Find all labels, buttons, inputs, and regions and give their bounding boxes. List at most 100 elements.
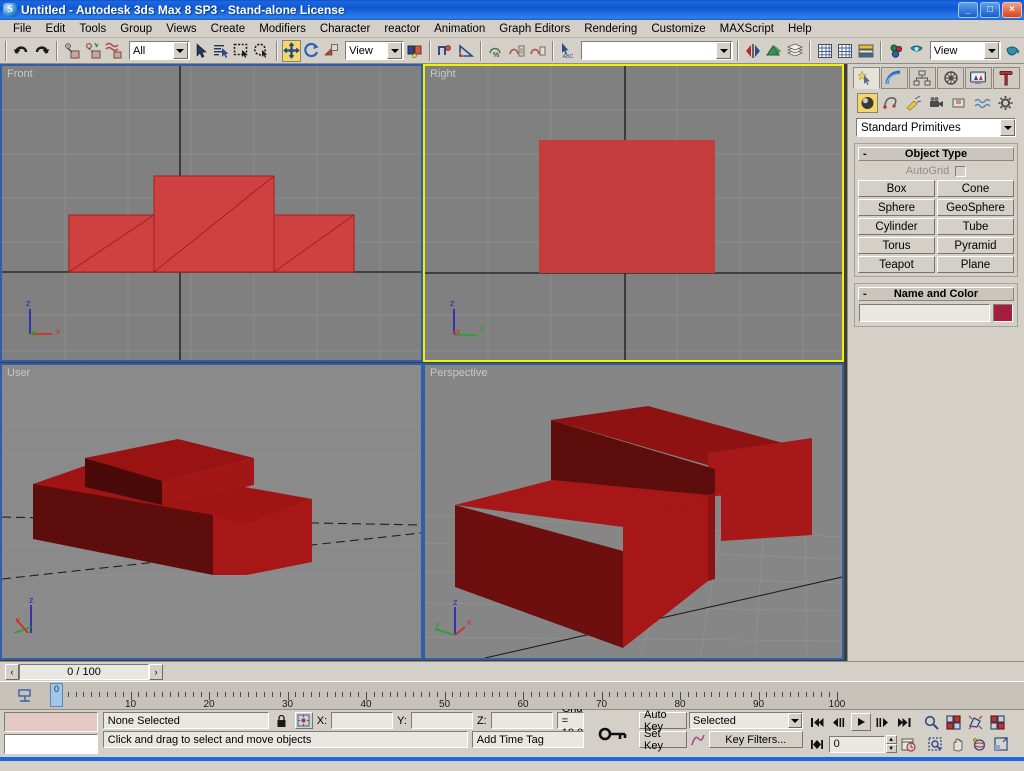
zoom-extents-all-icon[interactable] <box>987 712 1008 732</box>
bind-to-space-warp-icon[interactable] <box>104 40 124 62</box>
viewport-front[interactable]: Front z y x <box>0 64 423 362</box>
z-coordinate-field[interactable] <box>490 712 553 729</box>
absolute-relative-transform-icon[interactable] <box>294 712 313 729</box>
minimize-button[interactable]: _ <box>958 2 978 18</box>
menu-item-reactor[interactable]: reactor <box>377 22 427 36</box>
track-bar[interactable]: 10 20 30 40 50 60 70 80 90 100 0 <box>0 681 1024 709</box>
mini-listener-input[interactable] <box>4 734 98 754</box>
key-mode-toggle-icon[interactable] <box>807 734 828 754</box>
reference-coordinate-combo[interactable]: View <box>345 41 405 60</box>
key-filters-button[interactable]: Key Filters... <box>709 731 803 748</box>
next-frame-button[interactable]: › <box>149 663 163 680</box>
select-and-link-icon[interactable] <box>62 40 82 62</box>
y-coordinate-field[interactable] <box>410 712 473 729</box>
current-frame-spinner-field[interactable]: 0 <box>828 735 885 753</box>
menu-item-create[interactable]: Create <box>204 22 253 36</box>
pan-hand-icon[interactable] <box>947 734 968 754</box>
unlink-selection-icon[interactable] <box>83 40 103 62</box>
create-box-button[interactable]: Box <box>858 180 935 197</box>
curve-editor-icon[interactable] <box>815 40 834 62</box>
menu-item-rendering[interactable]: Rendering <box>577 22 644 36</box>
snap-options-icon[interactable] <box>528 40 548 62</box>
use-pivot-point-center-icon[interactable] <box>405 40 425 62</box>
menu-item-customize[interactable]: Customize <box>644 22 712 36</box>
viewport-right[interactable]: Right z x y <box>423 64 844 362</box>
next-frame-icon[interactable] <box>872 712 893 732</box>
create-cylinder-button[interactable]: Cylinder <box>858 218 935 235</box>
lights-icon[interactable] <box>903 93 924 113</box>
percent-snap-toggle-icon[interactable]: % <box>486 40 506 62</box>
zoom-icon[interactable] <box>921 712 942 732</box>
select-by-name-icon[interactable] <box>211 40 231 62</box>
menu-item-file[interactable]: File <box>6 22 39 36</box>
frame-spinner-arrows[interactable]: ▲ ▼ <box>885 735 897 753</box>
named-selection-sets-icon[interactable]: ABC <box>558 40 578 62</box>
spinner-down-icon[interactable]: ▼ <box>885 744 897 753</box>
create-torus-button[interactable]: Torus <box>858 237 935 254</box>
select-and-uniform-scale-icon[interactable] <box>322 40 341 62</box>
create-plane-button[interactable]: Plane <box>937 256 1014 273</box>
goto-start-icon[interactable] <box>807 712 828 732</box>
goto-end-icon[interactable] <box>894 712 915 732</box>
chevron-down-icon[interactable] <box>172 42 188 59</box>
menu-item-graph-editors[interactable]: Graph Editors <box>492 22 577 36</box>
maximize-viewport-toggle-icon[interactable] <box>991 734 1012 754</box>
chevron-down-icon[interactable] <box>787 713 802 728</box>
key-toggle-button[interactable] <box>587 710 637 757</box>
frame-ruler[interactable]: 10 20 30 40 50 60 70 80 90 100 <box>50 682 1024 709</box>
render-scene-dialog-icon[interactable] <box>886 40 906 62</box>
auto-key-button[interactable]: Auto Key <box>639 709 688 733</box>
menu-item-group[interactable]: Group <box>113 22 159 36</box>
time-configuration-icon[interactable] <box>898 734 919 754</box>
viewport-user[interactable]: User z x <box>0 363 423 660</box>
redo-arrow-icon[interactable] <box>32 40 52 62</box>
schematic-view-icon[interactable] <box>836 40 855 62</box>
set-key-button[interactable]: Set Key <box>639 728 688 752</box>
spinner-snap-toggle-icon[interactable] <box>507 40 527 62</box>
x-coordinate-field[interactable] <box>331 712 394 729</box>
previous-frame-icon[interactable] <box>829 712 850 732</box>
select-and-move-icon[interactable] <box>281 39 301 62</box>
snaps-toggle-icon[interactable] <box>435 40 455 62</box>
time-slider-readout[interactable]: 0 / 100 <box>19 663 149 680</box>
circular-selection-region-icon[interactable] <box>252 40 271 62</box>
animation-curve-icon[interactable] <box>689 733 707 747</box>
play-animation-icon[interactable] <box>850 713 871 731</box>
object-color-swatch[interactable] <box>993 304 1013 322</box>
mini-listener-output[interactable] <box>4 712 98 732</box>
viewport-label-user[interactable]: User <box>7 367 30 379</box>
menu-item-edit[interactable]: Edit <box>39 22 73 36</box>
menu-item-maxscript[interactable]: MAXScript <box>713 22 781 36</box>
previous-frame-button[interactable]: ‹ <box>5 663 19 680</box>
mirror-icon[interactable] <box>743 40 763 62</box>
select-and-rotate-icon[interactable] <box>302 40 321 62</box>
viewport-label-perspective[interactable]: Perspective <box>430 367 487 379</box>
close-button[interactable]: × <box>1002 2 1022 18</box>
quick-render-teapot-icon[interactable] <box>1002 40 1022 62</box>
menu-item-modifiers[interactable]: Modifiers <box>252 22 313 36</box>
zoom-extents-icon[interactable] <box>965 712 986 732</box>
space-warps-icon[interactable] <box>972 93 993 113</box>
create-star-arrow-icon[interactable] <box>852 67 880 89</box>
display-monitor-icon[interactable] <box>964 67 992 89</box>
selection-filter-combo[interactable]: All <box>129 41 190 60</box>
zoom-all-icon[interactable] <box>943 712 964 732</box>
region-zoom-icon[interactable] <box>925 734 946 754</box>
render-type-combo[interactable]: View <box>929 41 1002 60</box>
rectangular-selection-region-icon[interactable] <box>232 40 251 62</box>
modify-arc-icon[interactable] <box>880 67 908 89</box>
geometry-sphere-icon[interactable] <box>856 93 878 113</box>
menu-item-animation[interactable]: Animation <box>427 22 492 36</box>
add-time-tag-field[interactable]: Add Time Tag <box>471 731 585 748</box>
create-teapot-button[interactable]: Teapot <box>858 256 935 273</box>
create-sphere-button[interactable]: Sphere <box>858 199 935 216</box>
arc-rotate-icon[interactable] <box>969 734 990 754</box>
spinner-up-icon[interactable]: ▲ <box>885 735 897 744</box>
maximize-button[interactable]: □ <box>980 2 1000 18</box>
name-and-color-header[interactable]: - Name and Color <box>858 287 1014 301</box>
layer-manager-icon[interactable] <box>785 40 805 62</box>
hierarchy-tree-icon[interactable] <box>908 67 936 89</box>
undo-arrow-icon[interactable] <box>11 40 31 62</box>
object-category-select[interactable]: Standard Primitives <box>856 118 1016 137</box>
viewport-label-front[interactable]: Front <box>7 68 33 80</box>
